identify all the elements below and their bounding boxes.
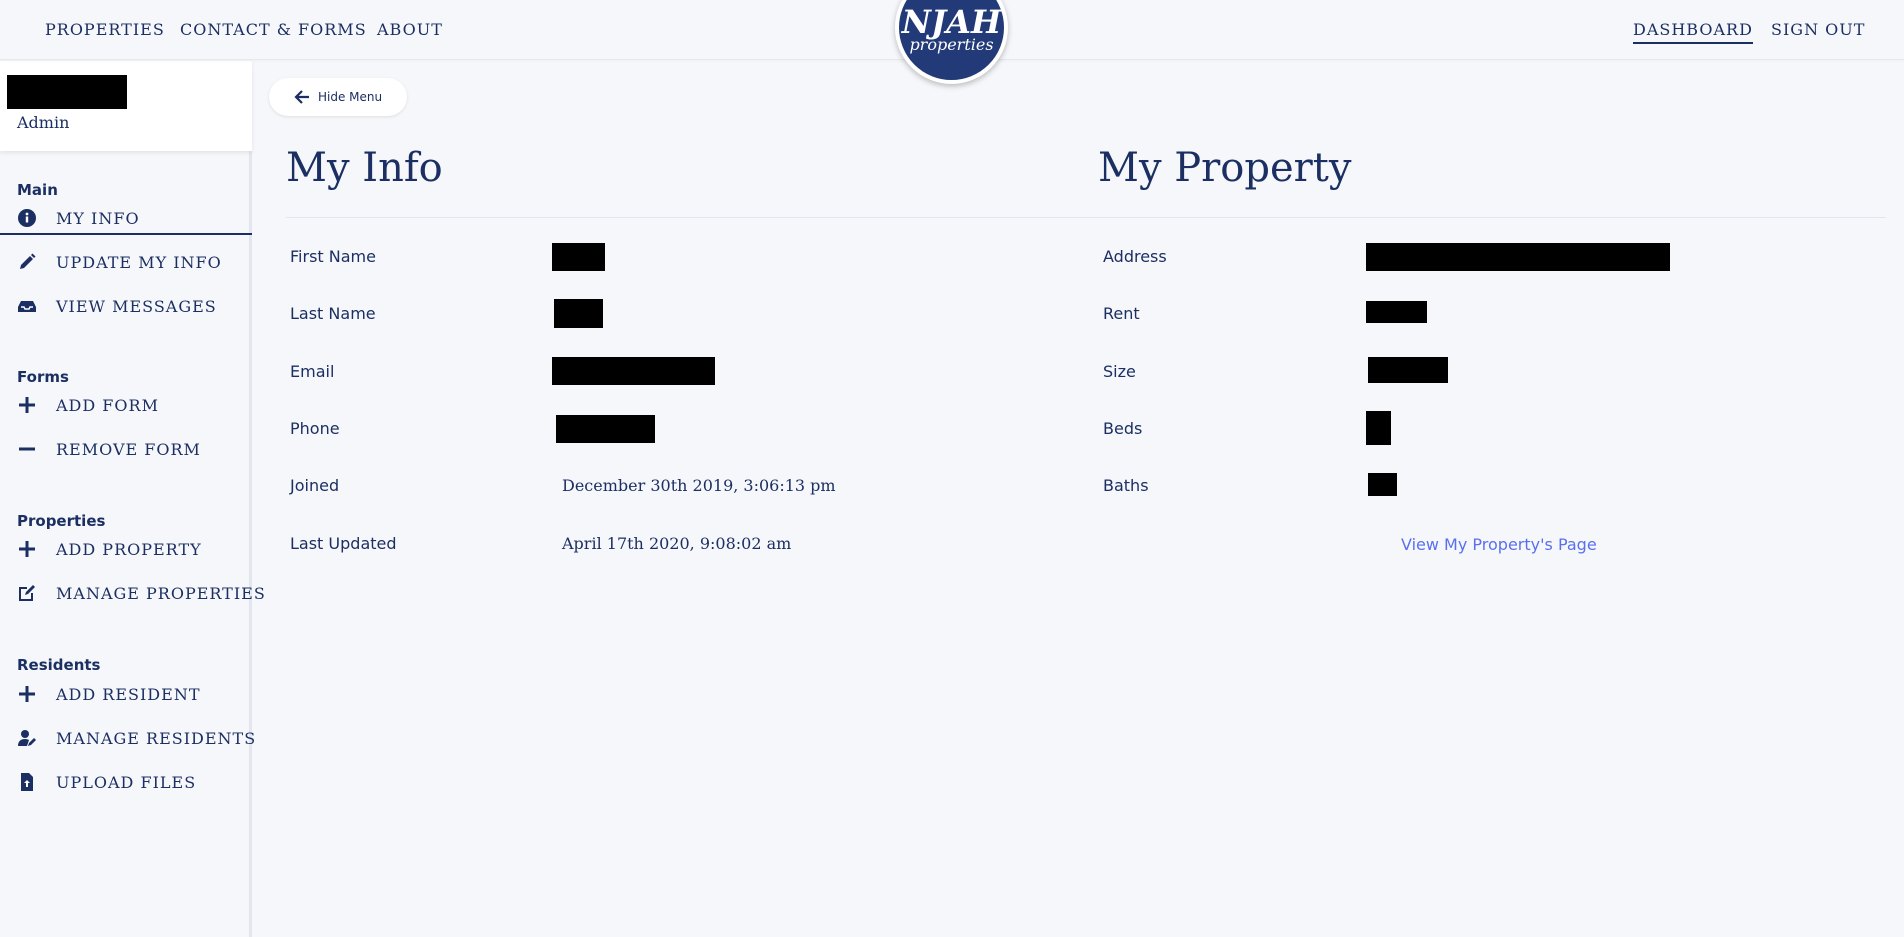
user-edit-icon: [18, 730, 36, 746]
sidebar-item-add-property[interactable]: ADD PROPERTY: [0, 536, 252, 566]
plus-icon: [19, 541, 35, 557]
user-card: Admin: [0, 61, 252, 151]
sidebar: Admin Main MY INFO UPDATE MY INFO VIEW M…: [0, 61, 265, 937]
sidebar-item-label: VIEW MESSAGES: [56, 297, 217, 316]
redacted-phone: [556, 415, 655, 443]
redacted-last-name: [554, 299, 603, 328]
sidebar-item-label: ADD FORM: [56, 396, 159, 415]
sidebar-item-label: MANAGE PROPERTIES: [56, 584, 266, 603]
info-circle-icon: [18, 209, 36, 227]
sidebar-item-label: MANAGE RESIDENTS: [56, 729, 257, 748]
arrow-left-icon: [294, 90, 309, 104]
sidebar-item-manage-properties[interactable]: MANAGE PROPERTIES: [0, 580, 265, 610]
sidebar-item-label: UPDATE MY INFO: [56, 253, 222, 272]
sidebar-item-label: UPLOAD FILES: [56, 773, 197, 792]
sidebar-item-upload-files[interactable]: UPLOAD FILES: [0, 769, 252, 799]
nav-contact-forms-link[interactable]: CONTACT & FORMS: [180, 20, 367, 39]
hide-menu-button[interactable]: Hide Menu: [269, 78, 407, 116]
joined-label: Joined: [290, 476, 340, 495]
redacted-rent: [1366, 301, 1427, 323]
redacted-first-name: [552, 243, 605, 271]
pencil-icon: [20, 253, 36, 269]
minus-icon: [19, 447, 35, 451]
section-title-main: Main: [17, 181, 58, 199]
my-info-title: My Info: [286, 145, 443, 191]
logo-sub-text: properties: [909, 35, 994, 54]
last-updated-label: Last Updated: [290, 534, 397, 553]
section-title-residents: Residents: [17, 656, 101, 674]
nav-about-link[interactable]: ABOUT: [377, 20, 443, 39]
phone-label: Phone: [290, 419, 340, 438]
sidebar-item-manage-residents[interactable]: MANAGE RESIDENTS: [0, 725, 255, 755]
sidebar-item-view-messages[interactable]: VIEW MESSAGES: [0, 293, 252, 323]
nav-dashboard-link[interactable]: DASHBOARD: [1633, 20, 1753, 44]
sidebar-item-my-info[interactable]: MY INFO: [0, 205, 252, 235]
rent-label: Rent: [1103, 304, 1140, 323]
redacted-email: [552, 357, 715, 385]
divider: [286, 217, 1886, 218]
sidebar-item-update-my-info[interactable]: UPDATE MY INFO: [0, 249, 252, 279]
address-label: Address: [1103, 247, 1167, 266]
nav-sign-out-link[interactable]: SIGN OUT: [1771, 20, 1865, 39]
email-label: Email: [290, 362, 335, 381]
redacted-size: [1368, 357, 1448, 383]
size-label: Size: [1103, 362, 1136, 381]
beds-label: Beds: [1103, 419, 1143, 438]
redacted-user-name: [7, 75, 127, 109]
view-property-page-link[interactable]: View My Property's Page: [1401, 535, 1597, 554]
redacted-baths: [1368, 473, 1397, 496]
baths-label: Baths: [1103, 476, 1149, 495]
edit-square-icon: [19, 585, 35, 601]
sidebar-item-label: ADD RESIDENT: [56, 685, 201, 704]
section-title-properties: Properties: [17, 512, 106, 530]
logo-main-text: NJAH: [901, 3, 1002, 41]
joined-value: December 30th 2019, 3:06:13 pm: [562, 476, 836, 495]
file-upload-icon: [21, 773, 33, 791]
inbox-icon: [18, 301, 36, 312]
sidebar-item-add-form[interactable]: ADD FORM: [0, 392, 252, 422]
plus-icon: [19, 397, 35, 413]
sidebar-item-label: ADD PROPERTY: [56, 540, 202, 559]
sidebar-item-add-resident[interactable]: ADD RESIDENT: [0, 681, 252, 711]
my-property-title: My Property: [1098, 145, 1352, 191]
user-role: Admin: [17, 113, 70, 132]
njah-logo[interactable]: NJAH properties: [895, 0, 1008, 84]
redacted-address: [1366, 243, 1670, 271]
sidebar-item-label: MY INFO: [56, 209, 140, 228]
sidebar-item-label: REMOVE FORM: [56, 440, 201, 459]
nav-properties-link[interactable]: PROPERTIES: [45, 20, 165, 39]
first-name-label: First Name: [290, 247, 376, 266]
last-name-label: Last Name: [290, 304, 376, 323]
sidebar-item-remove-form[interactable]: REMOVE FORM: [0, 436, 252, 466]
section-title-forms: Forms: [17, 368, 69, 386]
redacted-beds: [1366, 411, 1391, 445]
hide-menu-label: Hide Menu: [318, 90, 383, 104]
plus-icon: [19, 686, 35, 702]
last-updated-value: April 17th 2020, 9:08:02 am: [562, 534, 792, 553]
